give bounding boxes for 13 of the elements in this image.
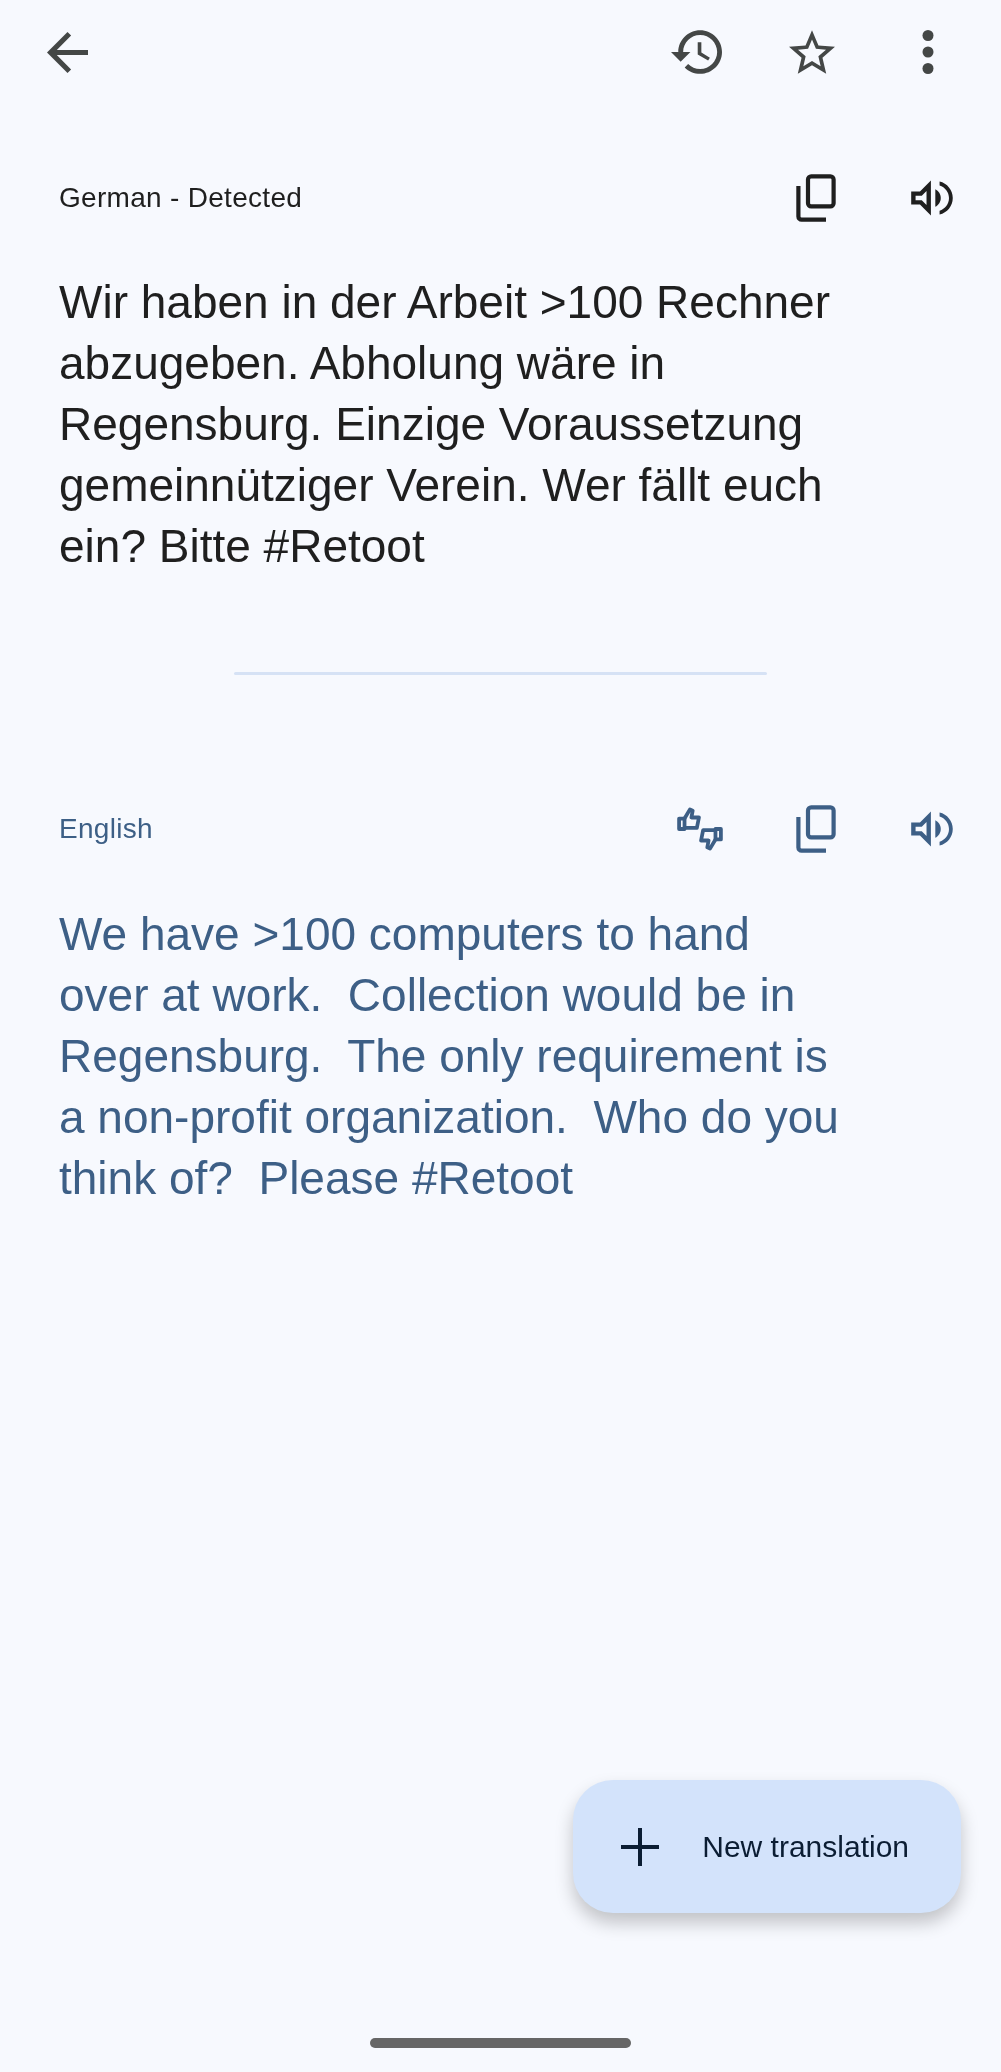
target-language-label: English	[59, 812, 153, 846]
source-text: Wir haben in der Arbeit >100 Rechner abzugeben. Abholung wäre in Regensburg. Einzige Voraussetzung gemeinnütziger Verein. Wer fällt euch ein? Bitte #Retoot	[59, 275, 831, 574]
feedback-icon[interactable]	[677, 807, 723, 851]
back-icon[interactable]	[47, 31, 88, 73]
copy-icon[interactable]	[796, 174, 836, 222]
plus-icon	[620, 1826, 661, 1867]
copy-icon[interactable]	[796, 805, 836, 853]
star-outline-icon[interactable]	[789, 30, 835, 74]
history-icon[interactable]	[670, 30, 722, 74]
new-translation-button[interactable]: New translation	[573, 1780, 961, 1913]
more-options-icon[interactable]	[922, 30, 934, 74]
translation-text: We have >100 computers to hand over at work. Collection would be in Regensburg. The only requirement is a non-profit organization. Who do you think of? Please #Retoot	[59, 907, 840, 1206]
source-language-label: German - Detected	[59, 181, 303, 215]
